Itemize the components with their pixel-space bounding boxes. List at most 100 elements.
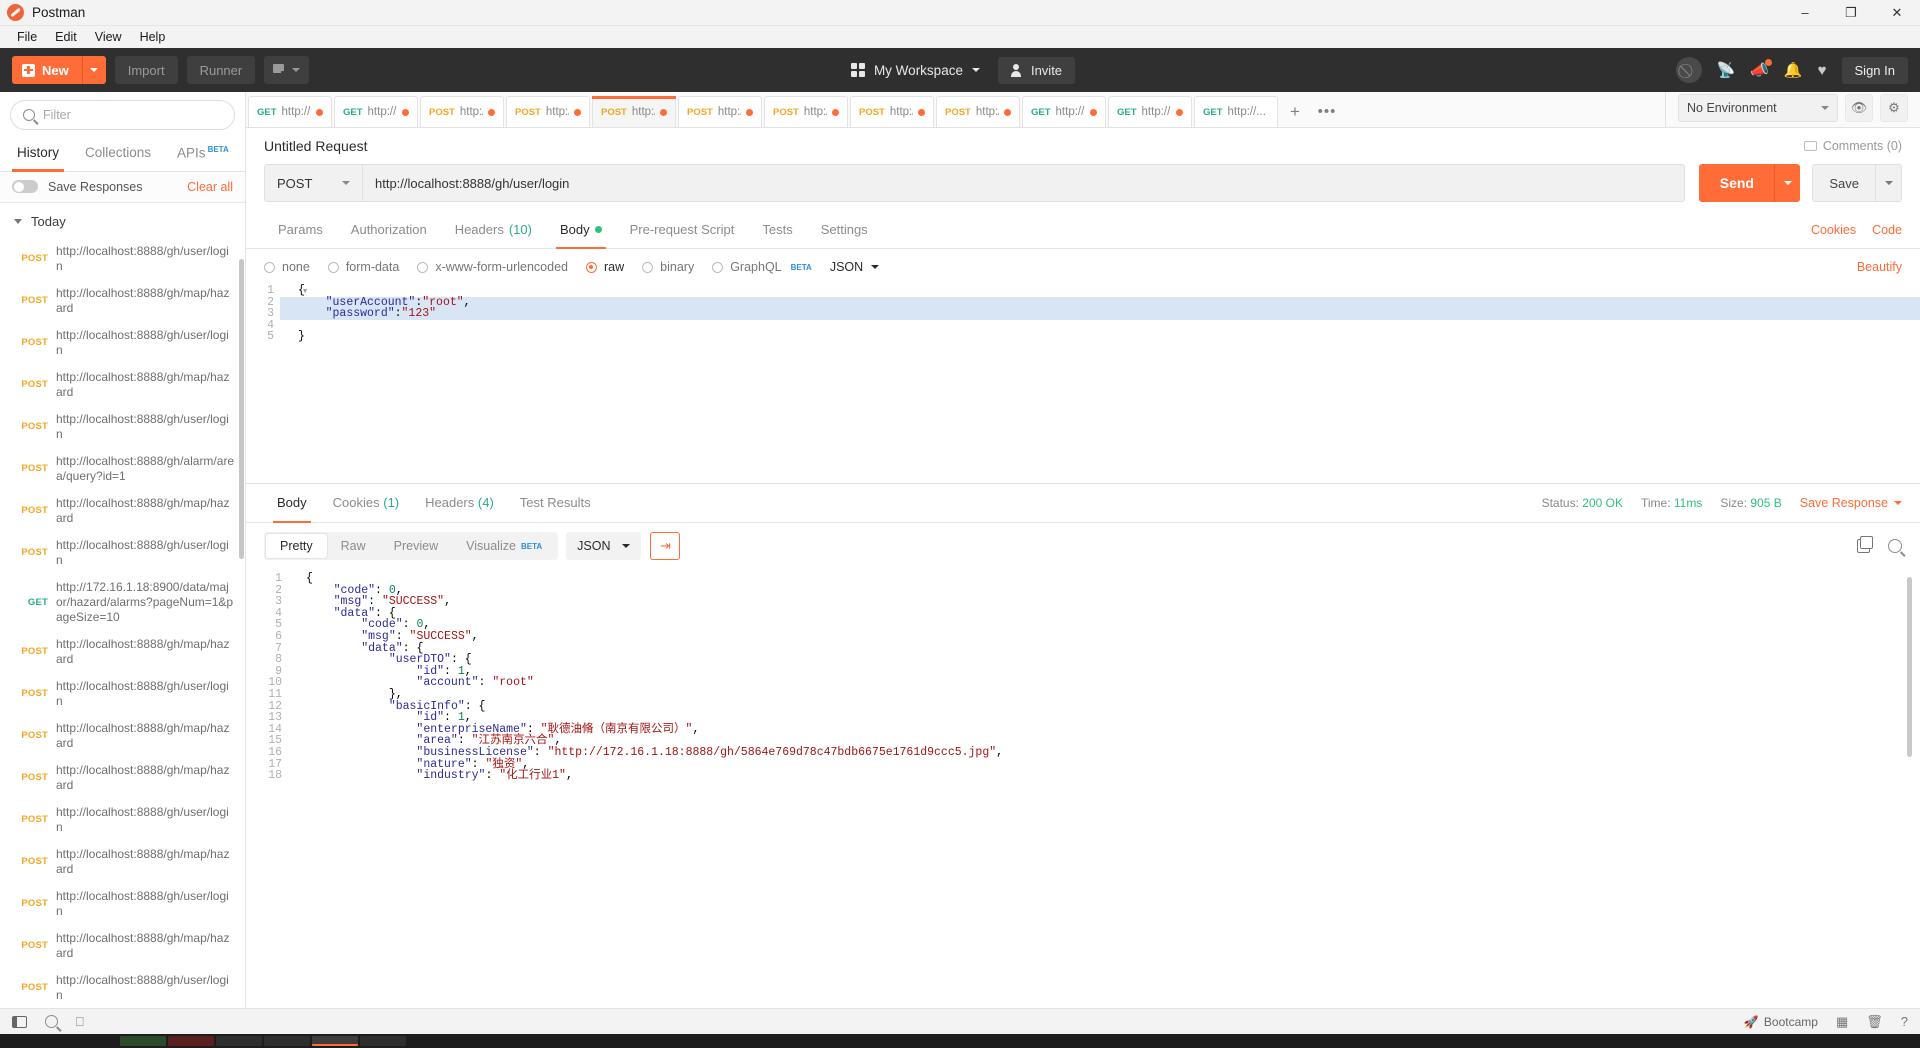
request-body-line[interactable]: { [280,285,1920,297]
history-item[interactable]: POST http://localhost:8888/gh/map/hazard [0,841,245,883]
response-body-line[interactable]: "basicInfo": { [288,700,1920,713]
request-tab[interactable]: GET http://1... [1022,96,1106,127]
request-body-editor[interactable]: 12345 {▼ "userAccount":"root", "password… [246,285,1920,483]
sidebar-tab-collections[interactable]: Collections [72,136,164,171]
request-name[interactable]: Untitled Request [264,138,368,154]
tab-body[interactable]: Body [546,212,616,249]
response-body-line[interactable]: "msg": "SUCCESS", [288,596,1920,608]
history-item[interactable]: POST http://localhost:8888/gh/map/hazard [0,715,245,757]
environment-selector[interactable]: No Environment [1678,93,1838,122]
response-tab-body[interactable]: Body [264,484,320,523]
response-body-line[interactable]: "data": { [288,642,1920,655]
two-pane-icon[interactable]: ▦ [1836,1014,1848,1030]
find-icon[interactable] [45,1015,58,1028]
import-button[interactable]: Import [114,56,178,84]
history-item[interactable]: POST http://localhost:8888/gh/map/hazard [0,631,245,673]
request-body-line[interactable]: } [280,331,1920,343]
history-item[interactable]: POST http://localhost:8888/gh/user/login [0,238,245,280]
tab-authorization[interactable]: Authorization [337,212,441,248]
send-button[interactable]: Send [1699,164,1775,202]
minimize-button[interactable]: – [1782,0,1828,25]
sync-off-icon[interactable]: ⃠ [1675,57,1702,83]
history-item[interactable]: POST http://localhost:8888/gh/user/login [0,799,245,841]
history-item[interactable]: POST http://localhost:8888/gh/user/login [0,673,245,715]
new-window-button[interactable] [264,56,310,84]
save-response-button[interactable]: Save Response [1800,496,1902,510]
taskbar-item[interactable] [360,1036,406,1046]
request-tab[interactable]: GET http://1... [334,96,418,127]
request-body-line[interactable] [280,320,1920,332]
request-body-line[interactable]: "userAccount":"root", [280,296,1920,309]
send-dropdown-button[interactable] [1774,164,1801,202]
runner-button[interactable]: Runner [186,56,256,84]
filter-input[interactable]: Filter [10,100,235,130]
history-item[interactable]: POST http://localhost:8888/gh/user/login [0,883,245,925]
request-tab[interactable]: POST http://l... [850,96,934,127]
body-mode-none[interactable]: none [264,260,310,274]
history-list[interactable]: Today POST http://localhost:8888/gh/user/… [0,203,245,1009]
history-item[interactable]: GET http://172.16.1.18:8900/data/major/ha… [0,574,245,631]
new-button-group[interactable]: New [12,56,106,84]
history-item[interactable]: POST http://localhost:8888/gh/user/login [0,406,245,448]
heart-icon[interactable]: ♥ [1818,62,1827,79]
search-icon[interactable] [1888,539,1902,553]
console-icon[interactable]: ⎕ [76,1014,84,1030]
history-item[interactable]: POST http://localhost:8888/gh/alarm/area/… [0,448,245,490]
body-mode-binary[interactable]: binary [642,260,694,274]
response-body-line[interactable]: "code": 0, [288,619,1920,631]
new-button[interactable]: New [12,56,82,84]
workspace-selector[interactable]: My Workspace [845,58,986,83]
response-tab-test-results[interactable]: Test Results [507,484,604,522]
tab-tests[interactable]: Tests [748,212,806,248]
comments-button[interactable]: Comments (0) [1803,139,1902,153]
sidebar-scrollbar[interactable] [239,258,244,559]
body-mode-form-data[interactable]: form-data [327,260,399,274]
request-tab[interactable]: POST http://... [420,96,504,127]
response-code[interactable]: 1 2 3 4 5 6 7 8 9 10 11 12 13 14 15 16 17 18 { "code": 0,… [246,569,1920,782]
history-item[interactable]: POST http://localhost:8888/gh/user/login [0,532,245,574]
request-tab[interactable]: GET http://... [1194,96,1278,127]
response-body-line[interactable]: "industry": "化工行业1", [288,770,1920,782]
history-item[interactable]: POST http://localhost:8888/gh/map/hazard [0,280,245,322]
history-item[interactable]: POST http://localhost:8888/gh/user/login [0,967,245,1009]
response-body-line[interactable]: "businessLicense": "http://172.16.1.18:8… [288,747,1920,759]
tab-pre-request-script[interactable]: Pre-request Script [616,212,749,248]
cookies-link[interactable]: Cookies [1811,223,1856,237]
body-content-type-selector[interactable]: JSON [830,260,880,274]
satellite-icon[interactable]: 📡 [1717,61,1736,79]
taskbar-item[interactable] [120,1036,166,1046]
sidebar-toggle-icon[interactable] [12,1015,27,1028]
tab-options-button[interactable]: ••• [1312,96,1342,127]
save-responses-toggle[interactable] [12,180,38,193]
http-method-selector[interactable]: POST [264,164,362,202]
request-url-input[interactable]: http://localhost:8888/gh/user/login [362,164,1686,202]
view-mode-visualize[interactable]: Visualize BETA [452,534,556,558]
history-group-today[interactable]: Today [0,203,245,238]
response-body-line[interactable]: "account": "root" [288,677,1920,689]
response-body-line[interactable]: "code": 0, [288,584,1920,597]
view-mode-preview[interactable]: Preview [380,534,452,558]
history-item[interactable]: POST http://localhost:8888/gh/map/hazard [0,490,245,532]
response-body-line[interactable]: "userDTO": { [288,654,1920,666]
request-tab[interactable]: GET http://1... [248,96,332,127]
response-body-line[interactable]: "id": 1, [288,712,1920,724]
response-tab-cookies[interactable]: Cookies (1) [320,484,412,522]
menu-help[interactable]: Help [131,28,175,46]
response-body[interactable]: 1 2 3 4 5 6 7 8 9 10 11 12 13 14 15 16 17 18 { "code": 0,… [246,569,1920,1008]
word-wrap-button[interactable]: ⇥ [650,532,681,560]
response-body-line[interactable]: "msg": "SUCCESS", [288,631,1920,643]
new-dropdown-button[interactable] [81,56,106,84]
request-code-lines[interactable]: {▼ "userAccount":"root", "password":"123… [280,285,1920,343]
taskbar-item[interactable] [264,1036,310,1046]
response-format-selector[interactable]: JSON [566,532,642,560]
response-tab-headers[interactable]: Headers (4) [412,484,507,522]
new-tab-button[interactable]: + [1278,96,1312,127]
copy-icon[interactable] [1857,536,1873,553]
menu-file[interactable]: File [8,28,46,46]
request-tab[interactable]: POST http://l... [764,96,848,127]
sidebar-tab-history[interactable]: History [4,136,72,171]
response-body-line[interactable]: { [288,573,1920,585]
request-tab[interactable]: POST http://l... [506,96,590,127]
tab-params[interactable]: Params [264,212,337,248]
notifications-megaphone-icon[interactable]: 📣 [1750,59,1772,79]
